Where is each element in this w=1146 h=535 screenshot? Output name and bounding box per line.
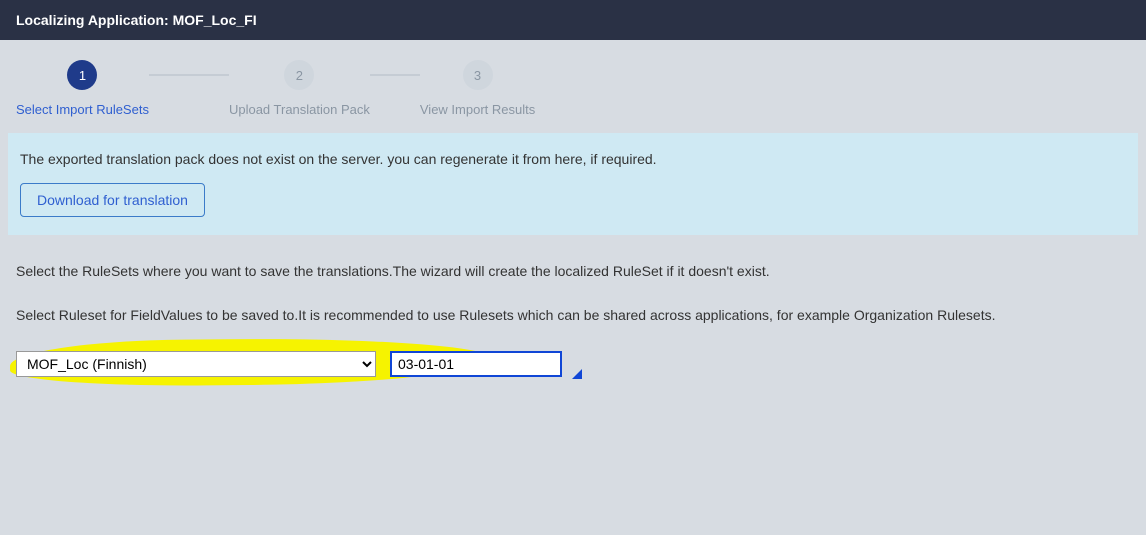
instruction-paragraph-2: Select Ruleset for FieldValues to be sav… bbox=[16, 307, 1130, 323]
wizard-steps: 1 Select Import RuleSets 2 Upload Transl… bbox=[0, 40, 1146, 133]
step-2[interactable]: 2 Upload Translation Pack bbox=[229, 60, 370, 117]
banner-text: The exported translation pack does not e… bbox=[20, 151, 1126, 167]
ruleset-select[interactable]: MOF_Loc (Finnish) bbox=[16, 351, 376, 377]
step-2-circle: 2 bbox=[284, 60, 314, 90]
content-area: Select the RuleSets where you want to sa… bbox=[0, 251, 1146, 389]
step-connector bbox=[149, 74, 229, 76]
page-title: Localizing Application: MOF_Loc_FI bbox=[16, 12, 257, 28]
info-banner: The exported translation pack does not e… bbox=[8, 133, 1138, 235]
download-translation-button[interactable]: Download for translation bbox=[20, 183, 205, 217]
step-2-label: Upload Translation Pack bbox=[229, 102, 370, 117]
step-1-circle: 1 bbox=[67, 60, 97, 90]
ruleset-version-input[interactable] bbox=[390, 351, 562, 377]
instruction-paragraph-1: Select the RuleSets where you want to sa… bbox=[16, 263, 1130, 279]
ruleset-form-row: MOF_Loc (Finnish) bbox=[16, 351, 1130, 377]
step-3-circle: 3 bbox=[463, 60, 493, 90]
step-1[interactable]: 1 Select Import RuleSets bbox=[16, 60, 149, 117]
step-3[interactable]: 3 View Import Results bbox=[420, 60, 535, 117]
step-1-label: Select Import RuleSets bbox=[16, 102, 149, 117]
step-connector bbox=[370, 74, 420, 76]
page-header: Localizing Application: MOF_Loc_FI bbox=[0, 0, 1146, 40]
resize-handle-icon bbox=[572, 369, 582, 379]
step-3-label: View Import Results bbox=[420, 102, 535, 117]
